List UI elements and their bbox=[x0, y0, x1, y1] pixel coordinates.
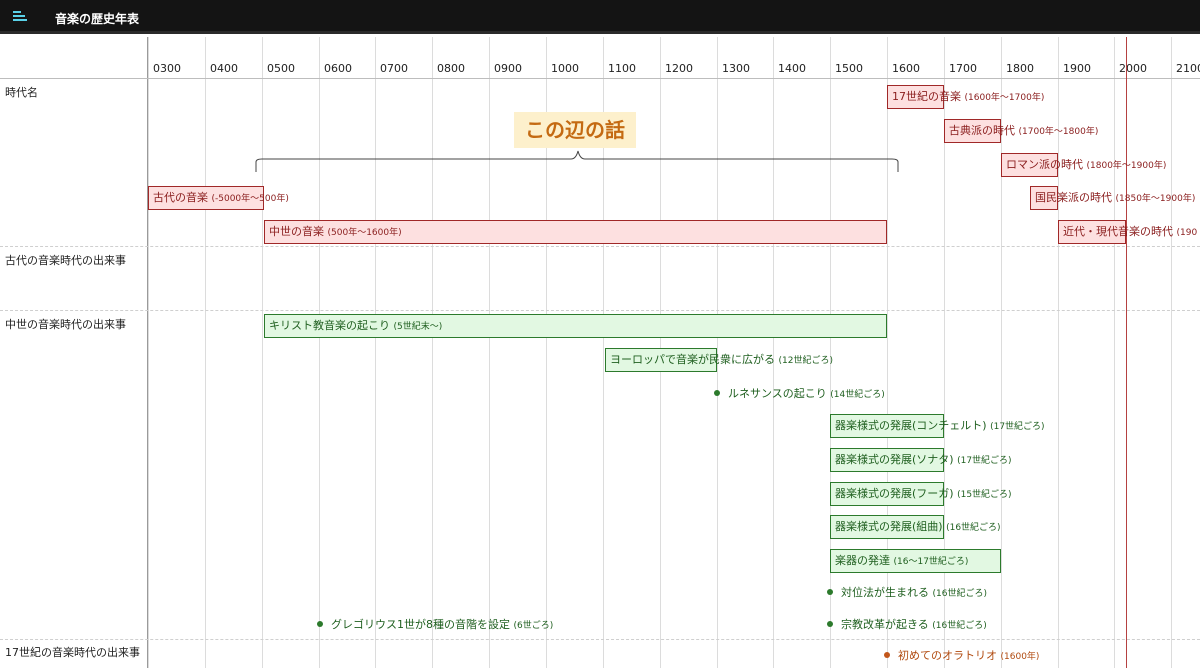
event-range: (16世紀ごろ) bbox=[932, 621, 987, 631]
point-dot-icon bbox=[884, 652, 890, 658]
point-dot-icon bbox=[317, 621, 323, 627]
row-separator bbox=[0, 310, 1200, 311]
row-label-ancient-events: 古代の音楽時代の出来事 bbox=[5, 254, 126, 267]
era-bar[interactable]: 古典派の時代 (1700年～1800年) bbox=[944, 119, 1098, 143]
event-range: (17世紀ごろ) bbox=[957, 456, 1012, 466]
era-label: 近代・現代音楽の時代 bbox=[1063, 225, 1173, 238]
event-range: (14世紀ごろ) bbox=[830, 390, 885, 400]
event-label: 対位法が生まれる bbox=[841, 586, 929, 599]
era-bar[interactable]: 中世の音楽 (500年～1600年) bbox=[264, 220, 887, 244]
era-bar[interactable]: 近代・現代音楽の時代 (190 bbox=[1058, 220, 1197, 244]
event-label: ルネサンスの起こり bbox=[728, 387, 827, 400]
era-bar[interactable]: 17世紀の音楽 (1600年～1700年) bbox=[887, 85, 1044, 109]
era-bar[interactable]: ロマン派の時代 (1800年～1900年) bbox=[1001, 153, 1166, 177]
event-point[interactable]: 対位法が生まれる (16世紀ごろ) bbox=[827, 586, 987, 601]
event-label: 宗教改革が起きる bbox=[841, 618, 929, 631]
event-label: 器楽様式の発展(フーガ) bbox=[835, 487, 954, 500]
point-dot-icon bbox=[714, 390, 720, 396]
event-label: 器楽様式の発展(コンチェルト) bbox=[835, 419, 987, 432]
row-label-17c-events: 17世紀の音楽時代の出来事 bbox=[5, 646, 140, 659]
event-bar[interactable]: キリスト教音楽の起こり (5世紀末〜) bbox=[264, 314, 887, 338]
event-range: (16世紀ごろ) bbox=[932, 589, 987, 599]
app-title: 音楽の歴史年表 bbox=[55, 12, 140, 26]
event-bar[interactable]: 器楽様式の発展(コンチェルト) (17世紀ごろ) bbox=[830, 414, 1045, 438]
era-range: (1850年～1900年) bbox=[1115, 194, 1196, 204]
event-label: 初めてのオラトリオ bbox=[898, 649, 997, 662]
event-label: キリスト教音楽の起こり bbox=[269, 319, 390, 332]
era-range: (1600年～1700年) bbox=[964, 93, 1045, 103]
era-label: 17世紀の音楽 bbox=[892, 90, 961, 103]
era-range: (500年～1600年) bbox=[327, 228, 402, 238]
event-bar[interactable]: 器楽様式の発展(組曲) (16世紀ごろ) bbox=[830, 515, 1001, 539]
era-label: 中世の音楽 bbox=[269, 225, 324, 238]
era-bar[interactable]: 国民楽派の時代 (1850年～1900年) bbox=[1030, 186, 1195, 210]
event-label: グレゴリウス1世が8種の音階を設定 bbox=[331, 618, 510, 631]
era-label: 国民楽派の時代 bbox=[1035, 191, 1112, 204]
row-separator bbox=[0, 639, 1200, 640]
event-label: 楽器の発達 bbox=[835, 554, 890, 567]
era-bar[interactable]: 古代の音楽 (-5000年～500年) bbox=[148, 186, 289, 210]
event-point[interactable]: グレゴリウス1世が8種の音階を設定 (6世ごろ) bbox=[317, 618, 553, 633]
row-label-medieval-events: 中世の音楽時代の出来事 bbox=[5, 318, 126, 331]
era-range: (190 bbox=[1176, 228, 1198, 238]
row-separator bbox=[0, 246, 1200, 247]
era-label: 古代の音楽 bbox=[153, 191, 208, 204]
event-range: (12世紀ごろ) bbox=[778, 356, 833, 366]
event-range: (15世紀ごろ) bbox=[957, 490, 1012, 500]
menu-list-icon[interactable] bbox=[13, 11, 27, 23]
title-bar: 音楽の歴史年表 bbox=[0, 0, 1200, 34]
event-range: (16世紀ごろ) bbox=[946, 523, 1001, 533]
point-dot-icon bbox=[827, 621, 833, 627]
event-range: (5世紀末〜) bbox=[393, 322, 443, 332]
event-range: (6世ごろ) bbox=[513, 621, 554, 631]
event-range: (16～17世紀ごろ) bbox=[893, 557, 969, 567]
event-range: (17世紀ごろ) bbox=[990, 422, 1045, 432]
event-label: ヨーロッパで音楽が民衆に広がる bbox=[610, 353, 775, 366]
point-dot-icon bbox=[827, 589, 833, 595]
callout-label: この辺の話 bbox=[514, 112, 636, 148]
event-label: 器楽様式の発展(ソナタ) bbox=[835, 453, 954, 466]
event-bar[interactable]: 器楽様式の発展(ソナタ) (17世紀ごろ) bbox=[830, 448, 1012, 472]
event-point[interactable]: ルネサンスの起こり (14世紀ごろ) bbox=[714, 387, 885, 402]
era-range: (-5000年～500年) bbox=[211, 194, 289, 204]
event-label: 器楽様式の発展(組曲) bbox=[835, 520, 943, 533]
era-range: (1800年～1900年) bbox=[1086, 161, 1167, 171]
event-bar[interactable]: 器楽様式の発展(フーガ) (15世紀ごろ) bbox=[830, 482, 1012, 506]
era-label: ロマン派の時代 bbox=[1006, 158, 1083, 171]
era-range: (1700年～1800年) bbox=[1018, 127, 1099, 137]
event-bar[interactable]: 楽器の発達 (16～17世紀ごろ) bbox=[830, 549, 1001, 573]
event-point[interactable]: 初めてのオラトリオ (1600年) bbox=[884, 649, 1039, 664]
event-point[interactable]: 宗教改革が起きる (16世紀ごろ) bbox=[827, 618, 987, 633]
timeline-canvas[interactable]: 0300 0400 0500 0600 0700 0800 0900 1000 1100 1200… bbox=[0, 37, 1200, 668]
era-label: 古典派の時代 bbox=[949, 124, 1015, 137]
event-bar[interactable]: ヨーロッパで音楽が民衆に広がる (12世紀ごろ) bbox=[605, 348, 833, 372]
event-range: (1600年) bbox=[1000, 652, 1040, 662]
